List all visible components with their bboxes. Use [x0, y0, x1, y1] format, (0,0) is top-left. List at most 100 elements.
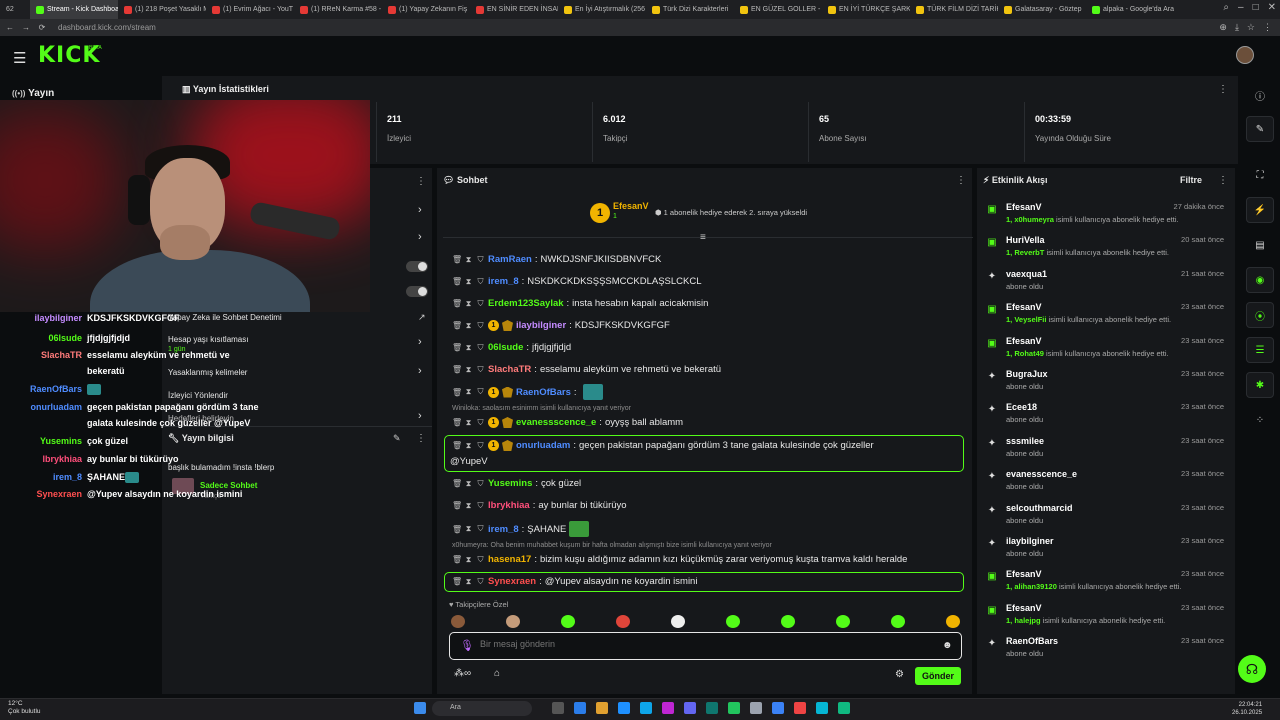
stats-menu-icon[interactable]: ⋮ [1218, 84, 1228, 95]
ban-icon[interactable]: ⛉ [476, 277, 485, 287]
chevron-right-icon[interactable]: › [418, 204, 422, 216]
send-button[interactable]: Gönder [915, 667, 961, 685]
taskbar-app-icon[interactable] [574, 702, 586, 714]
ban-icon[interactable]: ⛉ [476, 555, 485, 565]
taskbar-app-icon[interactable] [750, 702, 762, 714]
timeout-icon[interactable]: ⧗ [464, 555, 473, 565]
avatar[interactable] [1236, 46, 1254, 64]
lightning-icon[interactable]: ⚡ [1246, 197, 1274, 223]
chat-message[interactable]: 🗑︎ ⧗ ⛉ irem_8: ŞAHANE [452, 521, 590, 537]
chat-menu-icon[interactable]: ⋮ [956, 175, 966, 186]
layout-icon[interactable]: ☰ [1246, 337, 1274, 363]
maximize-icon[interactable]: □ [1253, 2, 1259, 13]
ban-icon[interactable]: ⛉ [476, 479, 485, 489]
points-icon[interactable]: ⁂∞ [454, 668, 471, 679]
emote-picker-item[interactable] [891, 615, 905, 628]
trash-icon[interactable]: 🗑︎ [452, 299, 462, 308]
taskbar-app-icon[interactable] [816, 702, 828, 714]
browser-tab[interactable]: EN GÜZEL GOLLER - G [734, 0, 822, 19]
timeout-icon[interactable]: ⧗ [464, 299, 473, 309]
feed-item[interactable]: ▣ EfesanV 23 saat önce 1, halejpg isimli ku… [986, 603, 1230, 635]
ban-icon[interactable]: ⛉ [476, 255, 485, 265]
edit-icon[interactable]: ✎ [1246, 116, 1274, 142]
chat-message[interactable]: 🗑︎ ⧗ ⛉ SlachaTR: esselamu aleyküm ve rehmetü… [452, 364, 721, 375]
taskbar-app-icon[interactable] [838, 702, 850, 714]
emote-picker-item[interactable] [836, 615, 850, 628]
ban-icon[interactable]: ⛉ [476, 343, 485, 353]
close-icon[interactable]: ✕ [1268, 2, 1276, 13]
trash-icon[interactable]: 🗑︎ [452, 418, 462, 427]
chat-username[interactable]: Yusemins [488, 478, 532, 489]
download-icon[interactable]: ⤓ [1235, 22, 1239, 33]
chat-message[interactable]: 🗑︎ ⧗ ⛉ 06lsude: jfjdjgjfjdjd [452, 342, 571, 353]
browser-tab[interactable]: TÜRK FİLM DİZİ TARİH [910, 0, 998, 19]
settings-menu-icon[interactable]: ⋮ [416, 176, 426, 187]
taskbar-app-icon[interactable] [706, 702, 718, 714]
reload-icon[interactable]: ⟳ [36, 23, 48, 32]
browser-tab[interactable]: EN SİNİR EDEN İNSAN [470, 0, 558, 19]
chat-username[interactable]: irem_8 [488, 276, 519, 287]
emote-picker-item[interactable] [726, 615, 740, 628]
taskbar-app-icon[interactable] [728, 702, 740, 714]
ban-icon[interactable]: ⛉ [476, 387, 485, 397]
viewer-redirect-label[interactable]: İzleyici Yönlendir [168, 391, 228, 400]
chat-username[interactable]: ilaybilginer [516, 320, 566, 331]
feed-item[interactable]: ✦ sssmilee 23 saat önce abone oldu [986, 436, 1230, 468]
edit-icon[interactable]: ✎ [393, 433, 401, 444]
toggle-switch[interactable] [406, 286, 428, 297]
taskbar-app-icon[interactable] [552, 702, 564, 714]
chevron-right-icon[interactable]: › [418, 231, 422, 243]
trash-icon[interactable]: 🗑︎ [452, 277, 462, 286]
ban-icon[interactable]: ⛉ [476, 321, 485, 331]
chat-message[interactable]: 🗑︎ ⧗ ⛉ 1 RaenOfBars: [452, 384, 603, 400]
feed-item[interactable]: ▣ EfesanV 23 saat önce 1, VeyselFii isimli … [986, 302, 1230, 334]
chat-username[interactable]: Erdem123Saylak [488, 298, 564, 309]
info-icon[interactable]: ⓘ [1246, 82, 1274, 108]
feed-item[interactable]: ✦ evanesscence_e 23 saat önce abone oldu [986, 469, 1230, 501]
chat-username[interactable]: irem_8 [488, 524, 519, 535]
emote-picker-item[interactable] [781, 615, 795, 628]
timeout-icon[interactable]: ⧗ [464, 277, 473, 287]
support-fab-button[interactable]: ☊ [1238, 655, 1266, 683]
ban-icon[interactable]: ⛉ [476, 418, 485, 428]
taskbar-app-icon[interactable] [662, 702, 674, 714]
taskbar-app-icon[interactable] [596, 702, 608, 714]
external-link-icon[interactable]: ↗ [418, 312, 426, 323]
emote-picker-item[interactable] [506, 615, 520, 628]
filter-button[interactable]: Filtre [1180, 175, 1202, 185]
browser-tab[interactable]: En İyi Atıştırmalık (256 [558, 0, 646, 19]
chat-message[interactable]: 🗑︎ ⧗ ⛉ 1 ilaybilginer: KDSJFKSKDVKGFGF [452, 320, 670, 331]
taskbar-search[interactable]: Ara [432, 701, 532, 716]
timeout-icon[interactable]: ⧗ [464, 343, 473, 353]
weather-widget[interactable]: 12°C Çok bulutlu [8, 700, 41, 716]
chat-username[interactable]: lbrykhiaa [488, 500, 530, 511]
extension-icon[interactable]: ⊕ [1219, 22, 1227, 33]
fullscreen-icon[interactable]: ⛶ [1246, 162, 1274, 188]
back-icon[interactable]: ← [4, 23, 16, 32]
feed-item[interactable]: ✦ RaenOfBars 23 saat önce abone oldu [986, 636, 1230, 668]
browser-tab[interactable]: (1) Yapay Zekanın Fiş [382, 0, 470, 19]
feed-item[interactable]: ✦ BugraJux 23 saat önce abone oldu [986, 369, 1230, 401]
taskbar-app-icon[interactable] [640, 702, 652, 714]
bookmark-icon[interactable]: ☆ [1247, 22, 1255, 33]
hamburger-icon[interactable]: ☰ [13, 49, 26, 67]
feed-menu-icon[interactable]: ⋮ [1218, 175, 1228, 186]
trash-icon[interactable]: 🗑︎ [452, 321, 462, 330]
timeout-icon[interactable]: ⧗ [464, 479, 473, 489]
emote-picker-item[interactable] [451, 615, 465, 628]
chat-message[interactable]: 🗑︎ ⧗ ⛉ RamRaen: NWKDJSNFJKIISDBNVFCK [452, 254, 661, 265]
url-field[interactable]: dashboard.kick.com/stream [58, 23, 156, 32]
microphone-icon[interactable]: 🎙︎ [460, 639, 474, 652]
ban-icon[interactable]: ⛉ [476, 501, 485, 511]
taskbar-app-icon[interactable] [684, 702, 696, 714]
feed-item[interactable]: ✦ vaexqua1 21 saat önce abone oldu [986, 269, 1230, 301]
emoji-icon[interactable]: ☻ [942, 640, 953, 651]
browser-tab[interactable]: (1) Evrim Ağacı - YouT [206, 0, 294, 19]
trash-icon[interactable]: 🗑︎ [452, 388, 462, 397]
emote-picker-item[interactable] [946, 615, 960, 628]
trash-icon[interactable]: 🗑︎ [452, 365, 462, 374]
browser-tab[interactable]: (1) RReN Karma #58 - [294, 0, 382, 19]
timeout-icon[interactable]: ⧗ [464, 501, 473, 511]
stream-info-menu-icon[interactable]: ⋮ [416, 433, 426, 444]
pinned-user[interactable]: EfesanV [613, 201, 649, 211]
